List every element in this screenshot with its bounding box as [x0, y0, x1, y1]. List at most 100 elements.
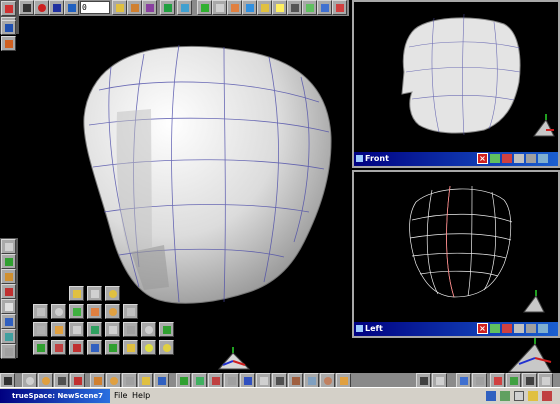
tray-icon[interactable]	[542, 391, 552, 401]
primitive-cube[interactable]	[87, 286, 102, 301]
view-options-icon[interactable]	[490, 324, 500, 333]
bevel-tool[interactable]	[138, 373, 153, 388]
render-button[interactable]	[257, 0, 272, 15]
select-tool[interactable]	[0, 373, 15, 388]
primitive-cube[interactable]	[33, 304, 48, 319]
primitive-sphere[interactable]	[51, 304, 66, 319]
keyframe-button[interactable]	[112, 0, 127, 15]
primitive-cube[interactable]	[87, 322, 102, 337]
grid-snap-tool[interactable]	[456, 373, 471, 388]
primitive-cylinder[interactable]	[51, 322, 66, 337]
palette-tool[interactable]	[1, 344, 16, 359]
rotate-icon[interactable]	[538, 324, 548, 333]
pose-tool[interactable]	[304, 373, 319, 388]
skin-tool[interactable]	[336, 373, 351, 388]
pan-icon[interactable]	[526, 324, 536, 333]
speaker-icon[interactable]	[486, 391, 496, 401]
avatar-tool[interactable]	[320, 373, 335, 388]
face-tool[interactable]	[224, 373, 239, 388]
primitive-sphere[interactable]	[105, 286, 120, 301]
eye-zoom-button[interactable]	[242, 0, 257, 15]
palette-tool[interactable]	[1, 299, 16, 314]
palette-tool[interactable]	[1, 269, 16, 284]
primitive-cube[interactable]	[87, 340, 102, 355]
network-icon[interactable]	[500, 391, 510, 401]
glue-tool[interactable]	[432, 373, 447, 388]
rotate-icon[interactable]	[538, 154, 548, 163]
boolean-tool[interactable]	[154, 373, 169, 388]
clock-icon[interactable]	[514, 391, 524, 401]
primitive-sphere[interactable]	[105, 304, 120, 319]
delete-tool[interactable]	[522, 373, 537, 388]
primitive-sphere[interactable]	[141, 322, 156, 337]
rewind-button[interactable]	[19, 0, 34, 15]
frame-start-button[interactable]	[49, 0, 64, 15]
palette-tool[interactable]	[1, 329, 16, 344]
eye-move-button[interactable]	[212, 0, 227, 15]
primitive-cube[interactable]	[33, 322, 48, 337]
primitive-cube[interactable]	[69, 340, 84, 355]
view-options-icon[interactable]	[490, 154, 500, 163]
tube-tool[interactable]	[176, 373, 191, 388]
primitive-cube[interactable]	[105, 340, 120, 355]
viewport-menu-icon[interactable]	[356, 325, 363, 332]
tray-icon[interactable]	[528, 391, 538, 401]
redo-button[interactable]	[332, 0, 347, 15]
animation-button[interactable]	[127, 0, 142, 15]
palette-tool[interactable]	[1, 314, 16, 329]
eye-rotate-button[interactable]	[227, 0, 242, 15]
sweep-tool[interactable]	[106, 373, 121, 388]
texture-tool[interactable]	[70, 373, 85, 388]
palette-tool[interactable]	[1, 284, 16, 299]
play-button[interactable]	[64, 0, 79, 15]
primitive-cube[interactable]	[123, 322, 138, 337]
primitive-cube[interactable]	[123, 304, 138, 319]
record-button[interactable]	[34, 0, 49, 15]
tool-button[interactable]	[1, 1, 16, 16]
primitive-cube[interactable]	[69, 322, 84, 337]
paint-tool[interactable]	[54, 373, 69, 388]
primitive-cube[interactable]	[123, 340, 138, 355]
menu-help[interactable]: Help	[132, 391, 150, 400]
menu-file[interactable]: File	[114, 391, 127, 400]
help-button[interactable]	[160, 0, 175, 15]
object-tool-button[interactable]	[197, 0, 212, 15]
primitive-plane[interactable]	[69, 286, 84, 301]
redo-tool[interactable]	[506, 373, 521, 388]
motion-button[interactable]	[142, 0, 157, 15]
camera-icon[interactable]	[502, 154, 512, 163]
lathe-tool[interactable]	[122, 373, 137, 388]
left-viewport[interactable]: Left ×	[352, 170, 560, 338]
undo-button[interactable]	[317, 0, 332, 15]
erase-tool[interactable]	[538, 373, 553, 388]
path-button[interactable]	[177, 0, 192, 15]
camera-button[interactable]	[287, 0, 302, 15]
palette-tool[interactable]	[1, 239, 16, 254]
camera-icon[interactable]	[502, 324, 512, 333]
link-tool[interactable]	[416, 373, 431, 388]
front-viewport[interactable]: Front ×	[352, 0, 560, 168]
zoom-icon[interactable]	[514, 154, 524, 163]
light-button[interactable]	[272, 0, 287, 15]
primitive-cube[interactable]	[69, 304, 84, 319]
view-button[interactable]	[302, 0, 317, 15]
palette-tool[interactable]	[1, 254, 16, 269]
primitive-torus[interactable]	[51, 340, 66, 355]
spline-tool[interactable]	[192, 373, 207, 388]
primitive-sphere[interactable]	[141, 340, 156, 355]
mesh-edit-tool[interactable]	[472, 373, 487, 388]
scene-button[interactable]	[1, 36, 16, 51]
primitive-cube[interactable]	[105, 322, 120, 337]
figure-tool[interactable]	[272, 373, 287, 388]
text-tool[interactable]	[208, 373, 223, 388]
zoom-icon[interactable]	[514, 324, 524, 333]
grid-tool[interactable]	[240, 373, 255, 388]
character-tool[interactable]	[288, 373, 303, 388]
undo-tool[interactable]	[490, 373, 505, 388]
pan-icon[interactable]	[526, 154, 536, 163]
primitive-cube[interactable]	[87, 304, 102, 319]
close-icon[interactable]: ×	[477, 323, 488, 334]
material-tool[interactable]	[38, 373, 53, 388]
primitive-cube[interactable]	[159, 322, 174, 337]
frame-input[interactable]: 0	[80, 1, 110, 14]
